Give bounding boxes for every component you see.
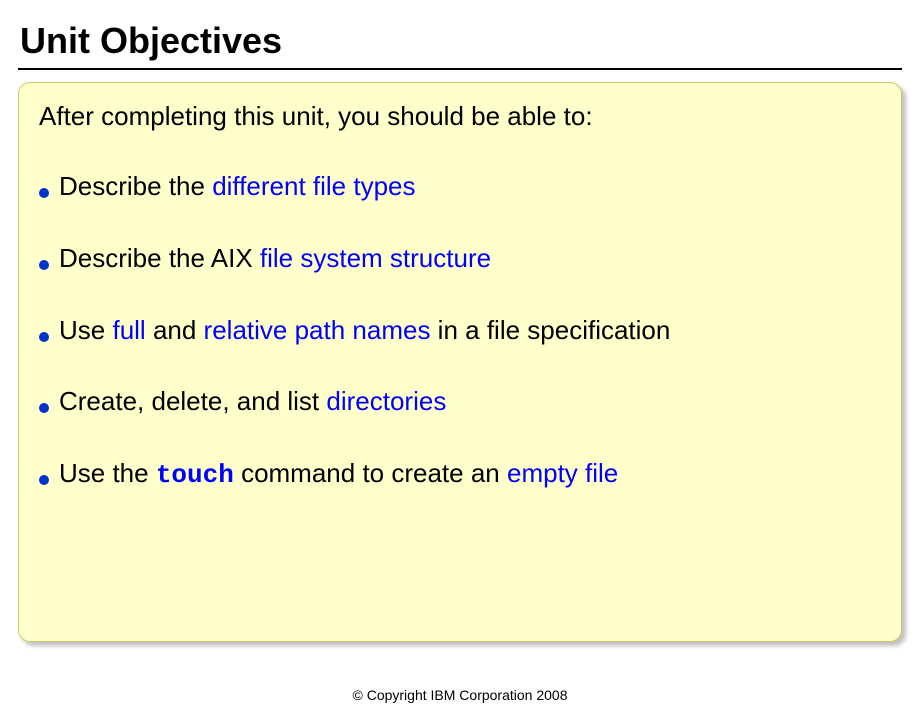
bullet-icon [39, 188, 49, 198]
list-item: Use the touch command to create an empty… [39, 457, 881, 493]
copyright-footer: © Copyright IBM Corporation 2008 [0, 687, 920, 703]
title-divider [18, 68, 902, 70]
bullet-text: Describe the different file types [59, 170, 416, 204]
bullet-text: Use the touch command to create an empty… [59, 457, 618, 493]
list-item: Use full and relative path names in a fi… [39, 314, 881, 348]
list-item: Describe the different file types [39, 170, 881, 204]
bullet-icon [39, 260, 49, 270]
content-panel: After completing this unit, you should b… [18, 82, 902, 642]
list-item: Describe the AIX file system structure [39, 242, 881, 276]
intro-text: After completing this unit, you should b… [39, 101, 881, 132]
bullet-text: Create, delete, and list directories [59, 385, 446, 419]
bullet-text: Use full and relative path names in a fi… [59, 314, 670, 348]
slide: Unit Objectives After completing this un… [0, 0, 920, 652]
bullet-icon [39, 475, 49, 485]
bullet-icon [39, 403, 49, 413]
bullet-text: Describe the AIX file system structure [59, 242, 491, 276]
list-item: Create, delete, and list directories [39, 385, 881, 419]
bullet-icon [39, 332, 49, 342]
page-title: Unit Objectives [18, 20, 902, 62]
